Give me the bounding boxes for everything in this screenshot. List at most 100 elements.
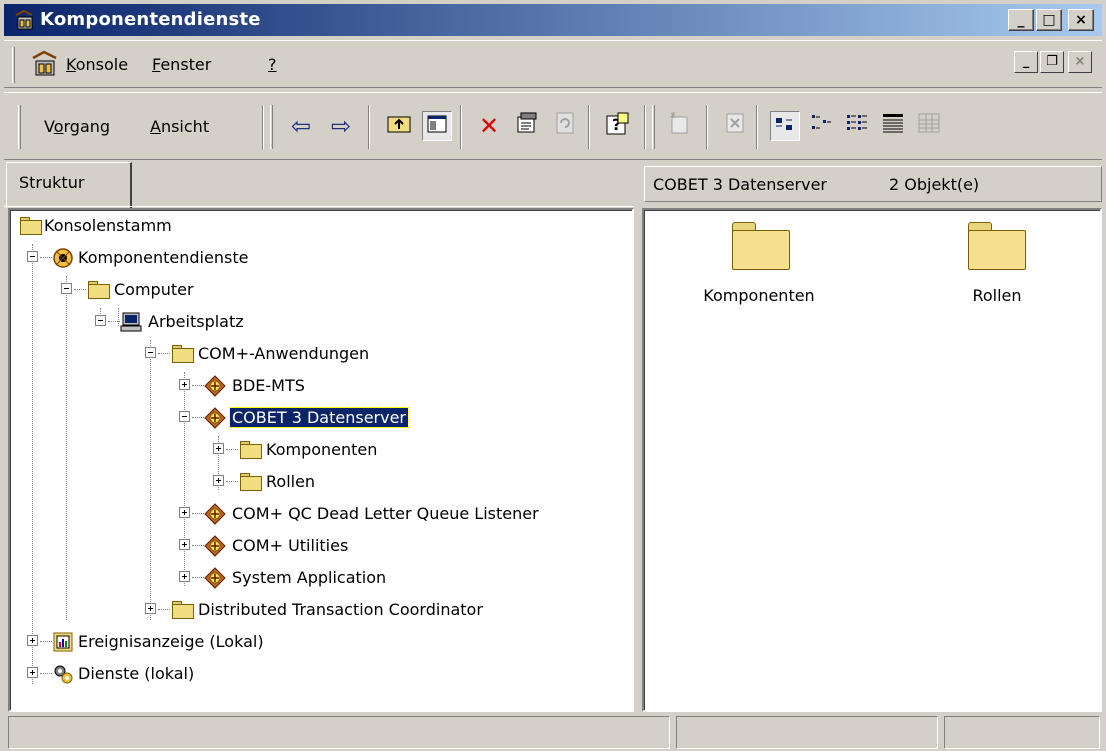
export-list-icon[interactable]	[720, 111, 750, 141]
tree-toggle-icon	[427, 115, 447, 133]
expand-toggle[interactable]	[145, 603, 156, 614]
details-glyph	[883, 114, 903, 133]
properties-icon[interactable]	[512, 111, 542, 141]
expand-toggle[interactable]	[213, 443, 224, 454]
tree-pane[interactable]: Konsolenstamm Komponentendienste Compute…	[8, 208, 634, 712]
list-view-icon[interactable]	[842, 111, 872, 141]
help-icon[interactable]: ?	[602, 111, 632, 141]
small-icons-view-icon[interactable]	[806, 111, 836, 141]
large-icons-view-icon[interactable]	[770, 111, 800, 141]
up-one-level-icon[interactable]	[384, 111, 414, 141]
vorgang-v: V	[44, 117, 54, 136]
tree-item-cobet-3-datenserver[interactable]: COBET 3 Datenserver	[10, 402, 630, 432]
computer-icon	[120, 312, 142, 332]
expand-toggle[interactable]	[179, 539, 190, 550]
status-cell-3	[944, 716, 1100, 749]
tree-item-komponenten[interactable]: Komponenten	[10, 434, 630, 464]
expand-toggle[interactable]	[179, 379, 190, 390]
tree-item-computer[interactable]: Computer	[10, 274, 630, 304]
tree-item-label: Rollen	[266, 472, 316, 491]
new-icon[interactable]	[664, 111, 694, 141]
delete-icon[interactable]: ✕	[474, 111, 504, 141]
details-view-icon[interactable]	[878, 111, 908, 141]
refresh-icon[interactable]	[550, 111, 580, 141]
minimize-button[interactable]: _	[1008, 9, 1034, 31]
tree-line	[108, 321, 120, 322]
folder-icon	[240, 441, 262, 459]
tree-item-label: Komponenten	[266, 440, 378, 459]
close-button[interactable]: ×	[1068, 9, 1094, 31]
menu-bar: Konsole Fenster ? _ ❐ ×	[4, 40, 1102, 88]
tree-item-label: System Application	[232, 568, 387, 587]
status-bar	[4, 714, 1102, 751]
tree-item-label: Ereignisanzeige (Lokal)	[78, 632, 264, 651]
event-viewer-icon	[53, 632, 73, 652]
menu-help[interactable]: ?	[268, 55, 277, 74]
menu-ansicht[interactable]: Ansicht	[150, 117, 209, 136]
tree-item-system-application[interactable]: System Application	[10, 562, 630, 592]
small-icons-glyph	[812, 115, 831, 129]
tree-item-ereignisanzeige[interactable]: Ereignisanzeige (Lokal)	[10, 626, 630, 656]
show-hide-tree-icon[interactable]	[422, 111, 452, 141]
console-icon[interactable]	[30, 49, 60, 79]
toolbar-separator	[460, 105, 462, 149]
forward-arrow-icon[interactable]: ⇨	[326, 111, 356, 141]
toolbar-grip[interactable]	[18, 105, 21, 149]
tree-item-com-utilities[interactable]: COM+ Utilities	[10, 530, 630, 560]
result-pane[interactable]: Komponenten Rollen	[642, 208, 1102, 712]
maximize-button[interactable]: □	[1036, 9, 1062, 31]
folder-icon	[172, 601, 194, 619]
mmc-window: Komponentendienste _ □ × Konsole Fenster…	[0, 0, 1106, 751]
mdi-minimize-button[interactable]: _	[1014, 51, 1038, 73]
status-cell-main	[8, 716, 670, 749]
vorgang-rest: rgang	[63, 117, 111, 136]
folder-icon	[240, 473, 262, 491]
collapse-toggle[interactable]	[145, 347, 156, 358]
export-glyph	[726, 113, 744, 133]
properties-glyph	[517, 112, 537, 133]
component-services-app-icon[interactable]	[14, 9, 36, 31]
menu-konsole[interactable]: Konsole	[66, 55, 128, 74]
collapse-toggle[interactable]	[61, 283, 72, 294]
expand-toggle[interactable]	[27, 635, 38, 646]
tree-item-komponentendienste[interactable]: Komponentendienste	[10, 242, 630, 272]
list-item-rollen[interactable]: Rollen	[942, 210, 1062, 320]
com-app-icon	[204, 503, 226, 525]
toolbar-separator	[644, 105, 646, 149]
menubar-grip[interactable]	[12, 47, 15, 83]
title-bar[interactable]: Komponentendienste _ □ ×	[4, 4, 1102, 36]
collapse-toggle[interactable]	[179, 411, 190, 422]
toolbar-grip-3[interactable]	[652, 105, 655, 149]
tree-item-rollen[interactable]: Rollen	[10, 466, 630, 496]
collapse-toggle[interactable]	[95, 315, 106, 326]
tree-line	[192, 577, 204, 578]
refresh-glyph	[556, 112, 574, 134]
expand-toggle[interactable]	[179, 507, 190, 518]
tree-item-dienste[interactable]: Dienste (lokal)	[10, 658, 630, 688]
tree-item-com-qc-dead-letter-queue-listener[interactable]: COM+ QC Dead Letter Queue Listener	[10, 498, 630, 528]
mdi-restore-button[interactable]: ❐	[1040, 51, 1064, 73]
tree-item-distributed-transaction-coordinator[interactable]: Distributed Transaction Coordinator	[10, 594, 630, 624]
list-item-komponenten[interactable]: Komponenten	[684, 210, 834, 320]
menu-fenster[interactable]: Fenster	[152, 55, 211, 74]
expand-toggle[interactable]	[213, 475, 224, 486]
tree-item-com-anwendungen[interactable]: COM+-Anwendungen	[10, 338, 630, 368]
tree-item-arbeitsplatz[interactable]: Arbeitsplatz	[10, 306, 630, 336]
toolbar-separator	[368, 105, 370, 149]
tree-item-bde-mts[interactable]: BDE-MTS	[10, 370, 630, 400]
toolbar-grip-2[interactable]	[270, 105, 273, 149]
tree-item-konsolenstamm[interactable]: Konsolenstamm	[10, 210, 630, 240]
expand-toggle[interactable]	[179, 571, 190, 582]
tree-item-label: COM+ QC Dead Letter Queue Listener	[232, 504, 539, 523]
collapse-toggle[interactable]	[27, 251, 38, 262]
tab-struktur[interactable]: Struktur	[6, 162, 132, 208]
list-item-label: Rollen	[972, 286, 1022, 305]
result-pane-location: COBET 3 Datenserver	[653, 175, 828, 194]
tree-line	[192, 417, 204, 418]
mdi-close-button[interactable]: ×	[1068, 51, 1092, 73]
expand-toggle[interactable]	[27, 667, 38, 678]
folder-icon	[88, 281, 110, 299]
details-disabled-icon[interactable]	[914, 111, 944, 141]
back-arrow-icon[interactable]: ⇦	[286, 111, 316, 141]
menu-vorgang[interactable]: Vorgang	[44, 117, 110, 136]
